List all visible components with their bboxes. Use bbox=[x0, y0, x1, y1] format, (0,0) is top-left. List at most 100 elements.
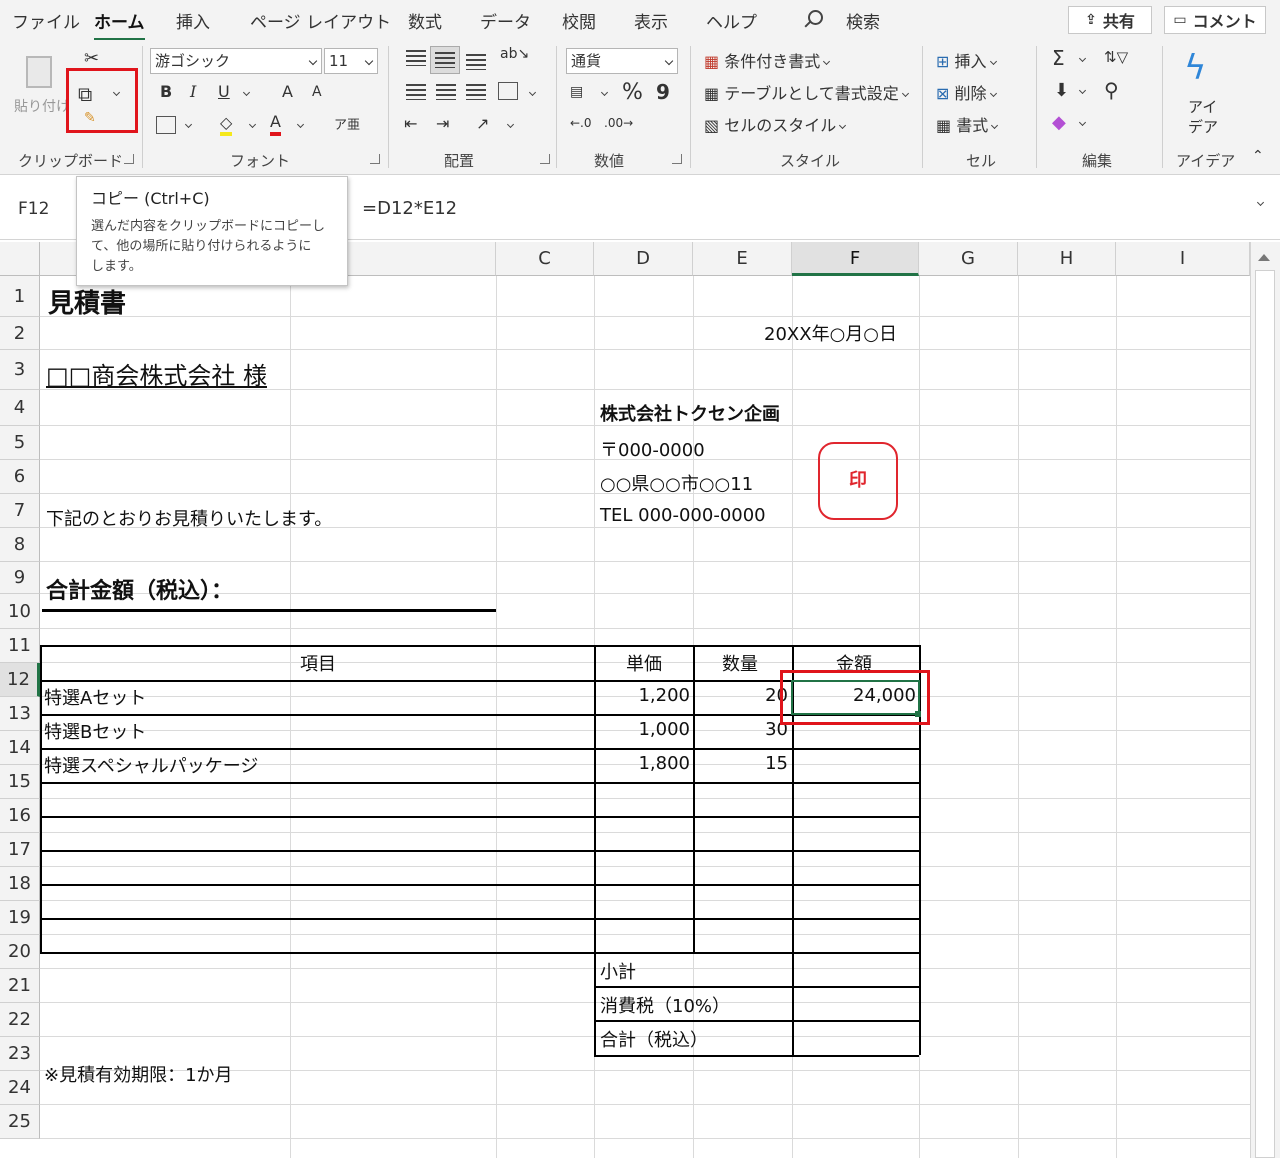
autosum-dropdown-icon[interactable] bbox=[1078, 54, 1087, 63]
underline-dropdown-icon[interactable] bbox=[242, 88, 251, 97]
tab-formulas[interactable]: 数式 bbox=[408, 8, 442, 33]
align-middle-icon[interactable] bbox=[435, 52, 455, 68]
row-header-5[interactable]: 5 bbox=[0, 426, 40, 460]
font-size-dropdown[interactable]: 11 bbox=[324, 48, 378, 74]
scrollbar-thumb[interactable] bbox=[1255, 270, 1275, 1158]
font-color-button[interactable]: A bbox=[270, 112, 281, 136]
column-header-c[interactable]: C bbox=[496, 242, 594, 276]
row-header-20[interactable]: 20 bbox=[0, 935, 40, 969]
decrease-indent-icon[interactable]: ⇤ bbox=[404, 114, 417, 133]
row-header-11[interactable]: 11 bbox=[0, 629, 40, 663]
tab-help[interactable]: ヘルプ bbox=[706, 8, 757, 33]
decrease-font-button[interactable]: A bbox=[312, 84, 322, 100]
row-header-19[interactable]: 19 bbox=[0, 901, 40, 935]
percent-button[interactable]: % bbox=[622, 80, 643, 105]
orientation-dropdown-icon[interactable] bbox=[506, 120, 515, 129]
tab-insert[interactable]: 挿入 bbox=[176, 8, 210, 33]
merge-dropdown-icon[interactable] bbox=[528, 88, 537, 97]
column-header-g[interactable]: G bbox=[919, 242, 1018, 276]
number-format-dropdown[interactable]: 通貨 bbox=[566, 48, 678, 74]
autosum-icon[interactable]: Σ bbox=[1052, 46, 1065, 70]
column-header-d[interactable]: D bbox=[594, 242, 693, 276]
column-header-f[interactable]: F bbox=[792, 242, 919, 276]
number-launcher-icon[interactable] bbox=[672, 154, 682, 164]
find-select-icon[interactable]: ⚲ bbox=[1104, 78, 1119, 102]
format-cells-button[interactable]: ▦ 書式 bbox=[936, 112, 1001, 136]
row-header-14[interactable]: 14 bbox=[0, 731, 40, 765]
fill-handle[interactable] bbox=[915, 711, 921, 717]
accounting-icon[interactable]: ▤ bbox=[570, 84, 583, 100]
italic-button[interactable]: I bbox=[190, 82, 196, 101]
row-header-15[interactable]: 15 bbox=[0, 765, 40, 799]
tab-view[interactable]: 表示 bbox=[634, 8, 668, 33]
paste-button[interactable]: 貼り付け bbox=[14, 50, 70, 130]
font-name-dropdown[interactable]: 游ゴシック bbox=[150, 48, 322, 74]
row-header-3[interactable]: 3 bbox=[0, 350, 40, 390]
increase-decimal-icon[interactable]: ←.0 bbox=[570, 116, 592, 130]
collapse-ribbon-icon[interactable]: ⌃ bbox=[1252, 148, 1264, 164]
row-header-25[interactable]: 25 bbox=[0, 1105, 40, 1139]
row-header-7[interactable]: 7 bbox=[0, 494, 40, 528]
orientation-icon[interactable]: ↗ bbox=[476, 114, 489, 133]
increase-font-button[interactable]: A bbox=[282, 82, 293, 101]
align-bottom-icon[interactable] bbox=[466, 54, 486, 70]
cell-styles-button[interactable]: ▧ セルのスタイル bbox=[704, 112, 849, 136]
row-header-6[interactable]: 6 bbox=[0, 460, 40, 494]
clear-dropdown-icon[interactable] bbox=[1078, 118, 1087, 127]
align-left-icon[interactable] bbox=[406, 84, 426, 100]
text-direction-icon[interactable]: ab↘ bbox=[500, 46, 529, 62]
font-color-dropdown-icon[interactable] bbox=[296, 120, 305, 129]
row-header-24[interactable]: 24 bbox=[0, 1071, 40, 1105]
borders-dropdown-icon[interactable] bbox=[184, 120, 193, 129]
row-header-13[interactable]: 13 bbox=[0, 697, 40, 731]
comment-button[interactable]: ▭ コメント bbox=[1164, 6, 1266, 34]
underline-button[interactable]: U bbox=[218, 82, 230, 101]
phonetic-icon[interactable]: ア亜 bbox=[334, 114, 360, 133]
scroll-up-icon[interactable] bbox=[1258, 254, 1270, 261]
row-header-4[interactable]: 4 bbox=[0, 390, 40, 426]
row-header-16[interactable]: 16 bbox=[0, 799, 40, 833]
fill-icon[interactable]: ⬇ bbox=[1054, 80, 1069, 101]
align-top-icon[interactable] bbox=[406, 50, 426, 66]
row-header-9[interactable]: 9 bbox=[0, 562, 40, 594]
merge-center-icon[interactable] bbox=[498, 82, 518, 100]
decrease-decimal-icon[interactable]: .00→ bbox=[604, 116, 633, 130]
align-right-icon[interactable] bbox=[466, 84, 486, 100]
comma-button[interactable]: 9 bbox=[656, 80, 670, 104]
fill-color-icon[interactable]: ◇ bbox=[220, 114, 233, 136]
tab-review[interactable]: 校閲 bbox=[562, 8, 596, 33]
row-header-2[interactable]: 2 bbox=[0, 317, 40, 350]
delete-cells-button[interactable]: ⊠ 削除 bbox=[936, 80, 1000, 104]
column-header-i[interactable]: I bbox=[1116, 242, 1250, 276]
fill-color-dropdown-icon[interactable] bbox=[248, 120, 257, 129]
tab-data[interactable]: データ bbox=[480, 8, 531, 33]
alignment-launcher-icon[interactable] bbox=[540, 154, 550, 164]
clear-icon[interactable]: ◆ bbox=[1052, 112, 1066, 133]
select-all-corner[interactable] bbox=[0, 242, 40, 276]
row-header-1[interactable]: 1 bbox=[0, 276, 40, 317]
accounting-dropdown-icon[interactable] bbox=[600, 88, 609, 97]
column-header-e[interactable]: E bbox=[693, 242, 792, 276]
tab-file[interactable]: ファイル bbox=[12, 8, 80, 33]
search-icon[interactable] bbox=[808, 10, 823, 25]
bold-button[interactable]: B bbox=[160, 82, 172, 101]
row-header-22[interactable]: 22 bbox=[0, 1003, 40, 1037]
ideas-button[interactable]: ϟ アイ デア bbox=[1176, 48, 1228, 140]
row-header-18[interactable]: 18 bbox=[0, 867, 40, 901]
borders-icon[interactable] bbox=[156, 116, 176, 134]
name-box[interactable]: F12 bbox=[8, 194, 78, 224]
row-header-10[interactable]: 10 bbox=[0, 594, 40, 629]
increase-indent-icon[interactable]: ⇥ bbox=[436, 114, 449, 133]
row-header-12[interactable]: 12 bbox=[0, 663, 40, 697]
format-as-table-button[interactable]: ▦ テーブルとして書式設定 bbox=[704, 80, 912, 104]
search-label[interactable]: 検索 bbox=[846, 8, 880, 33]
share-button[interactable]: ⇪ 共有 bbox=[1068, 6, 1152, 34]
tab-page-layout[interactable]: ページ レイアウト bbox=[250, 8, 391, 33]
conditional-format-button[interactable]: ▦ 条件付き書式 bbox=[704, 48, 833, 72]
font-launcher-icon[interactable] bbox=[370, 154, 380, 164]
expand-formula-icon[interactable] bbox=[1256, 198, 1265, 207]
row-header-21[interactable]: 21 bbox=[0, 969, 40, 1003]
column-header-h[interactable]: H bbox=[1018, 242, 1116, 276]
formula-input[interactable]: =D12*E12 bbox=[362, 194, 457, 224]
row-header-17[interactable]: 17 bbox=[0, 833, 40, 867]
